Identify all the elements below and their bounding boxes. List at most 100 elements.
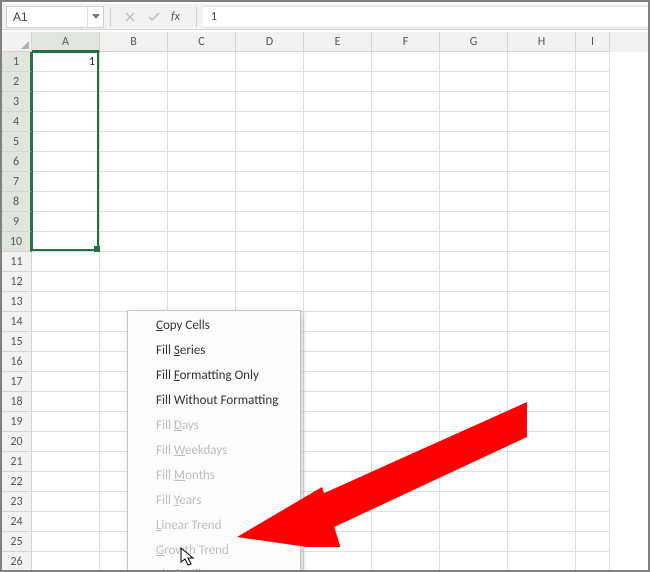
cell-H7[interactable] [508, 172, 576, 192]
cell-I7[interactable] [576, 172, 610, 192]
cell-I8[interactable] [576, 192, 610, 212]
cell-A26[interactable] [32, 552, 100, 570]
cell-G17[interactable] [440, 372, 508, 392]
cell-G15[interactable] [440, 332, 508, 352]
cell-A23[interactable] [32, 492, 100, 512]
cell-F9[interactable] [372, 212, 440, 232]
cell-C4[interactable] [168, 112, 236, 132]
cell-A18[interactable] [32, 392, 100, 412]
menu-item[interactable]: Fill Without Formatting [130, 388, 298, 413]
cell-C1[interactable] [168, 52, 236, 72]
cell-B8[interactable] [100, 192, 168, 212]
cell-C8[interactable] [168, 192, 236, 212]
cell-F2[interactable] [372, 72, 440, 92]
cell-D9[interactable] [236, 212, 304, 232]
cell-A10[interactable] [32, 232, 100, 252]
cell-G12[interactable] [440, 272, 508, 292]
menu-item[interactable]: Copy Cells [130, 313, 298, 338]
cell-A1[interactable]: 1 [32, 52, 100, 72]
cell-H17[interactable] [508, 372, 576, 392]
cell-A24[interactable] [32, 512, 100, 532]
cell-I16[interactable] [576, 352, 610, 372]
cell-I14[interactable] [576, 312, 610, 332]
cell-E12[interactable] [304, 272, 372, 292]
row-header-1[interactable]: 1 [2, 52, 32, 72]
enter-icon[interactable] [145, 8, 163, 26]
cell-I10[interactable] [576, 232, 610, 252]
cell-C13[interactable] [168, 292, 236, 312]
cell-B10[interactable] [100, 232, 168, 252]
cell-C6[interactable] [168, 152, 236, 172]
row-header-9[interactable]: 9 [2, 212, 32, 232]
menu-item[interactable]: Fill Series [130, 338, 298, 363]
cell-F15[interactable] [372, 332, 440, 352]
cell-I11[interactable] [576, 252, 610, 272]
cell-I12[interactable] [576, 272, 610, 292]
cell-C7[interactable] [168, 172, 236, 192]
column-header-D[interactable]: D [236, 32, 304, 52]
row-header-26[interactable]: 26 [2, 552, 32, 570]
cell-B6[interactable] [100, 152, 168, 172]
cell-B7[interactable] [100, 172, 168, 192]
cell-C2[interactable] [168, 72, 236, 92]
cell-I22[interactable] [576, 472, 610, 492]
cell-G1[interactable] [440, 52, 508, 72]
cell-F20[interactable] [372, 432, 440, 452]
cell-A9[interactable] [32, 212, 100, 232]
fx-icon[interactable]: fx [171, 10, 180, 24]
cell-G14[interactable] [440, 312, 508, 332]
cell-E4[interactable] [304, 112, 372, 132]
row-header-18[interactable]: 18 [2, 392, 32, 412]
cell-H19[interactable] [508, 412, 576, 432]
cell-I17[interactable] [576, 372, 610, 392]
cell-F26[interactable] [372, 552, 440, 570]
cell-E25[interactable] [304, 532, 372, 552]
cell-D13[interactable] [236, 292, 304, 312]
row-header-8[interactable]: 8 [2, 192, 32, 212]
cell-F6[interactable] [372, 152, 440, 172]
cell-F19[interactable] [372, 412, 440, 432]
select-all-corner[interactable] [2, 32, 32, 52]
cell-C9[interactable] [168, 212, 236, 232]
cell-F10[interactable] [372, 232, 440, 252]
cell-F7[interactable] [372, 172, 440, 192]
cell-C3[interactable] [168, 92, 236, 112]
cell-E22[interactable] [304, 472, 372, 492]
cell-H23[interactable] [508, 492, 576, 512]
row-header-15[interactable]: 15 [2, 332, 32, 352]
column-header-C[interactable]: C [168, 32, 236, 52]
cell-G18[interactable] [440, 392, 508, 412]
cell-B13[interactable] [100, 292, 168, 312]
row-header-20[interactable]: 20 [2, 432, 32, 452]
cell-G4[interactable] [440, 112, 508, 132]
cell-I20[interactable] [576, 432, 610, 452]
row-header-6[interactable]: 6 [2, 152, 32, 172]
cell-G3[interactable] [440, 92, 508, 112]
cell-D3[interactable] [236, 92, 304, 112]
cell-A21[interactable] [32, 452, 100, 472]
cell-E20[interactable] [304, 432, 372, 452]
cell-C5[interactable] [168, 132, 236, 152]
cell-H18[interactable] [508, 392, 576, 412]
cell-E17[interactable] [304, 372, 372, 392]
cell-I15[interactable] [576, 332, 610, 352]
row-header-2[interactable]: 2 [2, 72, 32, 92]
cell-A19[interactable] [32, 412, 100, 432]
cell-G24[interactable] [440, 512, 508, 532]
cell-E21[interactable] [304, 452, 372, 472]
menu-item[interactable]: Fill Formatting Only [130, 363, 298, 388]
cell-I23[interactable] [576, 492, 610, 512]
cell-I21[interactable] [576, 452, 610, 472]
cell-B12[interactable] [100, 272, 168, 292]
cell-G11[interactable] [440, 252, 508, 272]
cell-B5[interactable] [100, 132, 168, 152]
column-header-A[interactable]: A [32, 32, 100, 52]
cell-I4[interactable] [576, 112, 610, 132]
cell-E2[interactable] [304, 72, 372, 92]
cell-E14[interactable] [304, 312, 372, 332]
cell-A13[interactable] [32, 292, 100, 312]
cell-C11[interactable] [168, 252, 236, 272]
menu-item[interactable]: Flash Fill [130, 563, 298, 570]
cell-E16[interactable] [304, 352, 372, 372]
cell-D10[interactable] [236, 232, 304, 252]
